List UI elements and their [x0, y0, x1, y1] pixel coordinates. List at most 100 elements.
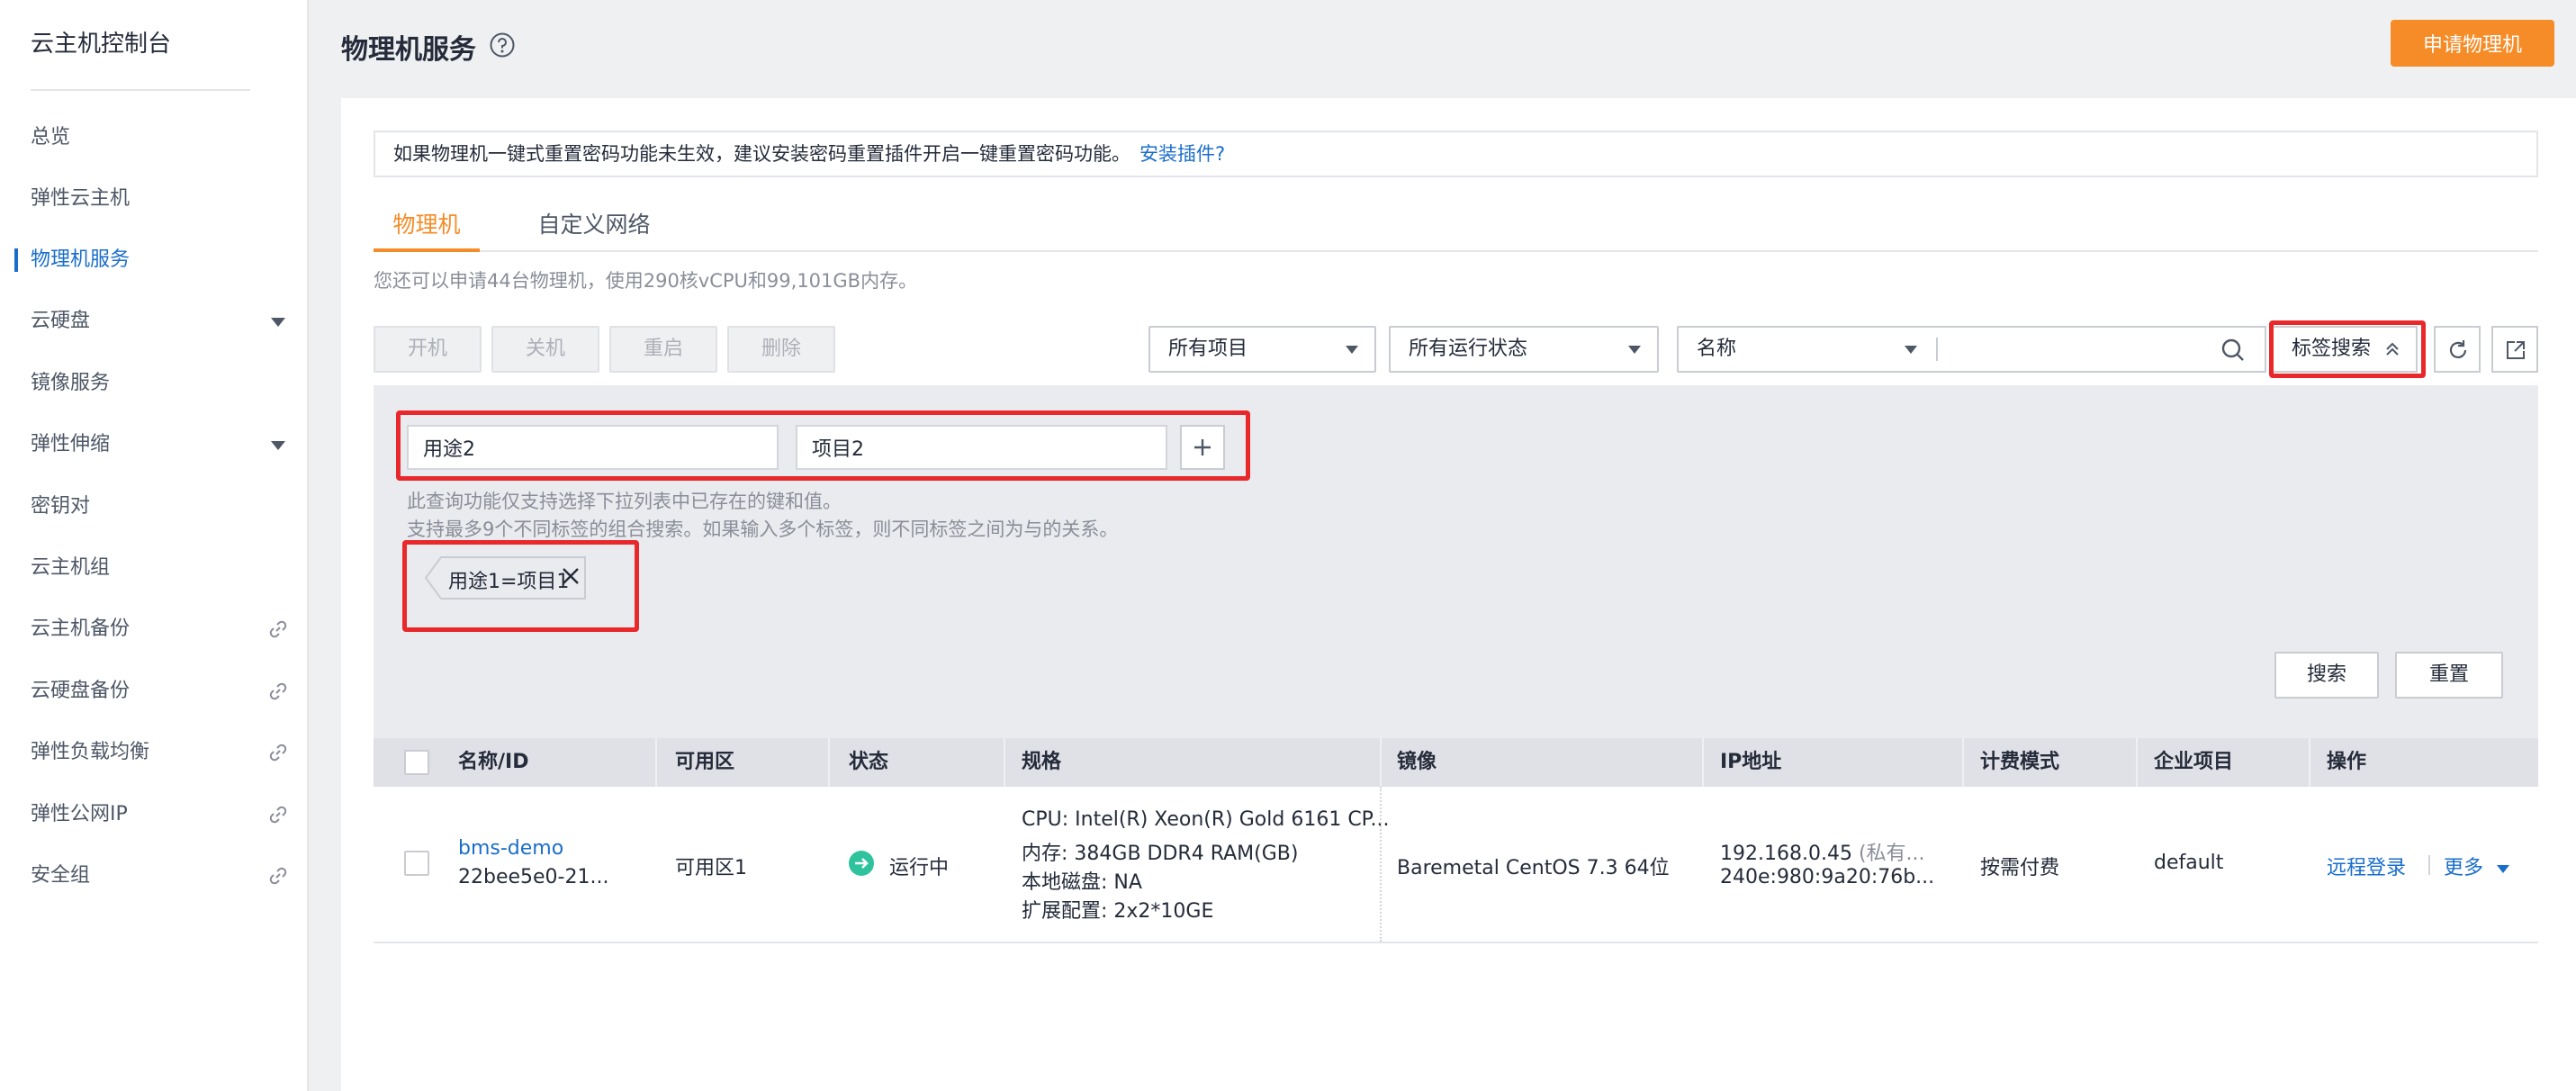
spec-disk: 本地磁盘: NA: [1022, 871, 1142, 894]
caret-down-icon: [271, 441, 285, 450]
column-divider: [655, 738, 657, 787]
search-icon[interactable]: [2220, 337, 2247, 364]
tag-search-toggle[interactable]: 标签搜索: [2272, 326, 2418, 373]
caret-down-icon: [271, 318, 285, 327]
double-chevron-up-icon: [2386, 342, 2399, 356]
action-divider: [2428, 855, 2430, 875]
caret-down-icon: [1346, 346, 1358, 354]
column-header: 计费模式: [1980, 751, 2060, 773]
enterprise-project-cell: default: [2154, 852, 2224, 874]
search-input[interactable]: [1933, 326, 2266, 373]
status-cell: 运行中: [889, 857, 950, 879]
sidebar-item-bms[interactable]: 物理机服务: [0, 234, 307, 286]
status-filter-select[interactable]: 所有运行状态: [1389, 326, 1659, 373]
sidebar-item-evs[interactable]: 云硬盘: [0, 295, 307, 347]
delete-button[interactable]: 删除: [727, 326, 835, 373]
sidebar-item-eip[interactable]: 弹性公网IP: [0, 789, 307, 841]
sidebar-item-label: 物理机服务: [31, 248, 131, 271]
tag-hint-1: 此查询功能仅支持选择下拉列表中已存在的键和值。: [407, 491, 842, 512]
sidebar-divider: [31, 89, 250, 91]
add-tag-button[interactable]: [1180, 425, 1225, 470]
sidebar-item-as[interactable]: 弹性伸缩: [0, 419, 307, 471]
link-icon: [269, 867, 287, 885]
sidebar-item-label: 弹性负载均衡: [31, 741, 150, 763]
sidebar-item-vbs[interactable]: 云硬盘备份: [0, 665, 307, 717]
tag-search-label: 标签搜索: [2292, 338, 2372, 360]
sidebar-item-label: 弹性伸缩: [31, 433, 111, 455]
link-icon: [269, 620, 287, 638]
running-status-icon: [849, 851, 874, 876]
column-header: 操作: [2327, 751, 2367, 773]
sidebar-item-label: 弹性公网IP: [31, 803, 128, 825]
tag-hint-2: 支持最多9个不同标签的组合搜索。如果输入多个标签，则不同标签之间为与的关系。: [407, 518, 1119, 540]
export-icon: [2507, 341, 2525, 359]
sidebar-item-overview[interactable]: 总览: [0, 112, 307, 164]
column-divider: [1380, 738, 1382, 787]
sidebar-item-keypair[interactable]: 密钥对: [0, 481, 307, 533]
column-header: 名称/ID: [458, 751, 529, 773]
help-icon[interactable]: [489, 32, 516, 59]
sidebar-item-label: 云主机组: [31, 556, 111, 579]
sidebar-item-ecs[interactable]: 弹性云主机: [0, 173, 307, 225]
billing-cell: 按需付费: [1980, 857, 2060, 879]
tab-custom-network[interactable]: 自定义网络: [527, 207, 662, 250]
image-cell: Baremetal CentOS 7.3 64位: [1397, 857, 1670, 879]
tag-key-input[interactable]: [407, 425, 779, 470]
spec-memory: 内存: 384GB DDR4 RAM(GB): [1022, 843, 1299, 865]
tab-bms[interactable]: 物理机: [374, 207, 480, 252]
sidebar-item-ims[interactable]: 镜像服务: [0, 357, 307, 410]
sidebar-title: 云主机控制台: [31, 31, 172, 58]
caret-down-icon: [2497, 864, 2510, 873]
select-value: 所有项目: [1168, 338, 1248, 360]
apply-bms-button[interactable]: 申请物理机: [2391, 20, 2554, 67]
sidebar-item-label: 云硬盘备份: [31, 680, 131, 702]
sidebar-item-label: 安全组: [31, 864, 91, 887]
sidebar-item-label: 云硬盘: [31, 310, 91, 332]
notice-banner: 如果物理机一键式重置密码功能未生效，建议安装密码重置插件开启一键重置密码功能。安…: [374, 131, 2538, 177]
close-icon[interactable]: [560, 565, 581, 587]
caret-down-icon: [1905, 346, 1917, 354]
remote-login-link[interactable]: 远程登录: [2327, 852, 2406, 880]
column-header: 企业项目: [2154, 751, 2234, 773]
tag-value-input[interactable]: [796, 425, 1167, 470]
tag-chip: 用途1=项目1: [425, 556, 587, 600]
more-actions-dropdown[interactable]: 更多: [2444, 852, 2510, 880]
zone-cell: 可用区1: [675, 857, 747, 879]
restart-button[interactable]: 重启: [609, 326, 717, 373]
start-button[interactable]: 开机: [374, 326, 482, 373]
spec-cpu: CPU: Intel(R) Xeon(R) Gold 6161 CP...: [1022, 808, 1390, 831]
refresh-icon: [2449, 340, 2467, 358]
select-value: 所有运行状态: [1409, 338, 1528, 360]
refresh-button[interactable]: [2434, 326, 2481, 373]
column-header: IP地址: [1720, 751, 1782, 773]
sidebar-item-elb[interactable]: 弹性负载均衡: [0, 726, 307, 779]
sidebar-item-label: 弹性云主机: [31, 187, 131, 210]
select-all-checkbox[interactable]: [404, 750, 429, 775]
tab-bar: 物理机 自定义网络: [374, 198, 2538, 252]
search-field-select[interactable]: 名称: [1677, 326, 1935, 373]
sidebar-item-security-group[interactable]: 安全组: [0, 850, 307, 902]
column-header: 状态: [849, 751, 889, 773]
search-button[interactable]: 搜索: [2274, 652, 2379, 699]
project-filter-select[interactable]: 所有项目: [1148, 326, 1376, 373]
sidebar-item-label: 云主机备份: [31, 618, 131, 640]
column-divider: [1962, 738, 1964, 787]
instance-name-link[interactable]: bms-demo: [458, 837, 563, 860]
reset-button[interactable]: 重置: [2395, 652, 2503, 699]
install-plugin-link[interactable]: 安装插件?: [1139, 143, 1225, 165]
column-divider: [2309, 738, 2310, 787]
sidebar-item-server-group[interactable]: 云主机组: [0, 542, 307, 594]
column-divider: [1004, 738, 1005, 787]
tab-label: 自定义网络: [537, 212, 651, 238]
row-checkbox[interactable]: [404, 851, 429, 876]
link-icon: [269, 744, 287, 762]
search-divider: [1936, 338, 1938, 361]
table-header: 名称/ID 可用区 状态 规格 镜像 IP地址 计费模式 企业项目 操作: [374, 738, 2538, 787]
export-button[interactable]: [2491, 326, 2538, 373]
column-header: 可用区: [675, 751, 735, 773]
column-divider: [1702, 738, 1704, 787]
sidebar-item-csbs[interactable]: 云主机备份: [0, 603, 307, 655]
stop-button[interactable]: 关机: [491, 326, 599, 373]
sidebar-item-label: 镜像服务: [31, 372, 111, 394]
column-divider: [1380, 787, 1382, 942]
